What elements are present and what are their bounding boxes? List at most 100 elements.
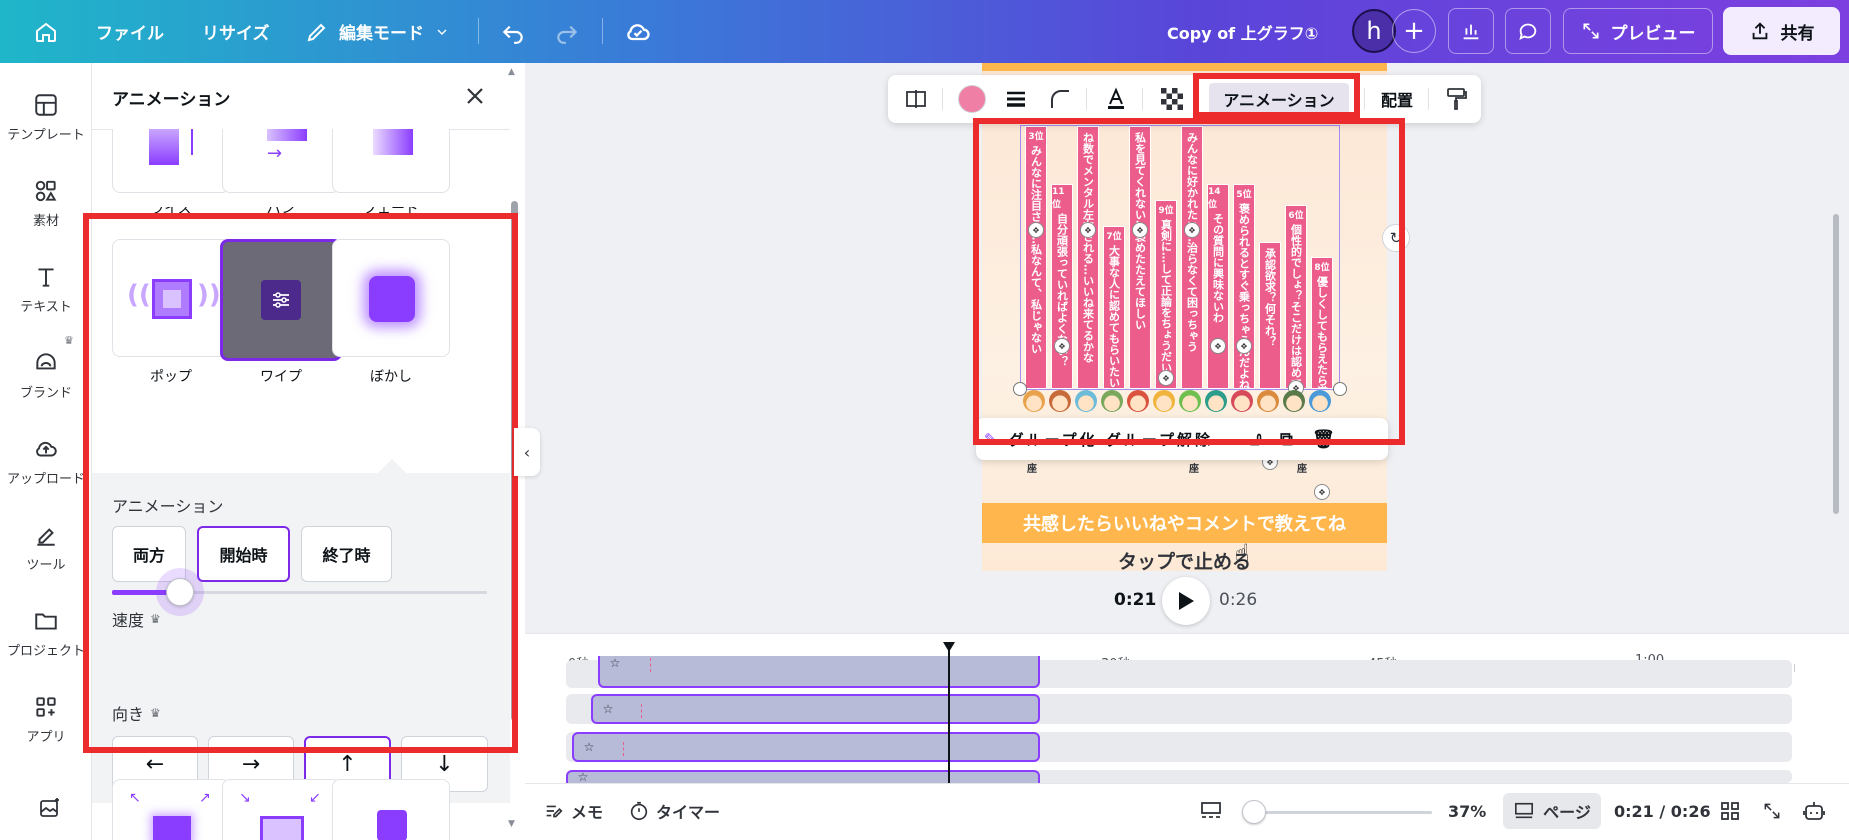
- panel-title: アニメーション: [112, 90, 231, 110]
- rise-graphic: [149, 129, 179, 165]
- divider: [1142, 88, 1143, 110]
- chevron-down-icon: [437, 29, 447, 35]
- folder-icon: [35, 613, 57, 630]
- rail-item-apps[interactable]: アプリ: [0, 694, 92, 745]
- grid-rows-icon: [1201, 802, 1221, 818]
- pages-icon: [1515, 802, 1534, 819]
- transparency-button[interactable]: [1152, 75, 1192, 123]
- rail-item-text[interactable]: テキスト: [0, 264, 92, 315]
- arrow-left-icon: ←: [145, 751, 165, 777]
- animation-star-icon: ☆: [577, 771, 589, 783]
- zoom-slider-track[interactable]: [1242, 811, 1432, 814]
- rail-item-label: テンプレート: [7, 128, 85, 143]
- arrange-button[interactable]: 配置: [1368, 75, 1426, 123]
- rail-item-upload[interactable]: アップロード: [0, 436, 92, 487]
- arrow-diagonal-icon: ↙: [309, 790, 321, 806]
- close-icon: [467, 88, 483, 104]
- grid-view-button[interactable]: [1720, 795, 1740, 827]
- paint-roller-icon: [1447, 88, 1467, 110]
- ruler-tick: [1794, 664, 1795, 672]
- play-button[interactable]: [1162, 577, 1210, 625]
- rail-item-projects[interactable]: プロジェクト: [0, 608, 92, 659]
- rail-item-elements[interactable]: 素材: [0, 178, 92, 229]
- copy-style-button[interactable]: [1436, 75, 1476, 123]
- timeline-clip[interactable]: ☆: [591, 694, 1040, 724]
- banner-text: 共感したらいいねやコメントで教えてね: [982, 503, 1387, 543]
- effect-tile-zoom[interactable]: ↘ ↙: [222, 779, 340, 840]
- avatar[interactable]: h: [1352, 9, 1396, 53]
- rail-item-label: アップロード: [6, 472, 85, 487]
- file-menu[interactable]: ファイル: [96, 0, 164, 63]
- timeline-clip[interactable]: ☆: [566, 770, 1040, 783]
- timeline-clip[interactable]: ☆: [572, 732, 1040, 762]
- divider: [1428, 88, 1429, 110]
- divider: [478, 18, 479, 44]
- effect-tile-fade[interactable]: [332, 129, 450, 193]
- rail-item-draw[interactable]: ツール: [0, 522, 92, 573]
- arrow-up-icon: ↑: [338, 751, 357, 777]
- divider: [602, 18, 603, 44]
- expand-icon: [1583, 23, 1598, 39]
- seat-label: 座: [1027, 464, 1037, 475]
- home-button[interactable]: [34, 0, 58, 63]
- preview-button[interactable]: プレビュー: [1563, 8, 1713, 54]
- flip-button[interactable]: [896, 75, 936, 123]
- share-label: 共有: [1780, 23, 1815, 44]
- effect-tile-rise[interactable]: [112, 129, 230, 193]
- clip-marker: [641, 704, 642, 718]
- flip-icon: [906, 90, 926, 108]
- zoom-level[interactable]: 37%: [1448, 795, 1486, 827]
- comment-icon: [1519, 23, 1537, 41]
- edit-mode-menu[interactable]: 編集モード: [305, 0, 450, 63]
- share-button[interactable]: 共有: [1723, 7, 1840, 55]
- notes-icon: [546, 805, 563, 818]
- corner-radius-button[interactable]: [1040, 75, 1080, 123]
- scroll-down-arrow[interactable]: ▼: [508, 819, 515, 829]
- playhead[interactable]: [948, 646, 950, 788]
- effect-tile-expand[interactable]: ↖ ↗: [112, 779, 230, 840]
- resize-menu[interactable]: リサイズ: [202, 0, 270, 63]
- close-button[interactable]: [460, 81, 490, 111]
- thumbnail-view-button[interactable]: [1199, 795, 1223, 827]
- zoom-slider-knob[interactable]: [1242, 800, 1266, 824]
- timer-label: タイマー: [656, 803, 721, 822]
- rail-item-label: アプリ: [26, 730, 66, 745]
- canvas-scrollbar[interactable]: [1833, 214, 1839, 514]
- rail-item-brand[interactable]: ブランド: [0, 350, 92, 401]
- fade-graphic: [373, 129, 413, 155]
- notes-button[interactable]: メモ: [543, 795, 603, 827]
- text-color-button[interactable]: [1096, 75, 1136, 123]
- undo-button[interactable]: [500, 0, 526, 63]
- timer-button[interactable]: タイマー: [628, 795, 720, 827]
- magic-media-button[interactable]: [38, 796, 62, 824]
- fullscreen-button[interactable]: [1762, 795, 1782, 827]
- document-title[interactable]: Copy of 上グラフ①: [1167, 0, 1318, 63]
- cloud-save-button[interactable]: [624, 0, 652, 63]
- insights-button[interactable]: [1448, 8, 1494, 54]
- text-icon: [38, 268, 54, 287]
- rise-line: [191, 129, 193, 155]
- effect-tile-pan[interactable]: →: [222, 129, 340, 193]
- color-button[interactable]: [952, 75, 992, 123]
- rail-item-label: 素材: [32, 214, 59, 229]
- redo-button[interactable]: [554, 0, 580, 63]
- pages-button[interactable]: ページ: [1503, 793, 1601, 829]
- redo-icon: [557, 25, 578, 44]
- undo-icon: [502, 25, 523, 44]
- assistant-button[interactable]: [1802, 795, 1826, 827]
- image-sparkle-icon: [40, 798, 59, 817]
- brand-icon: [36, 353, 56, 370]
- timeline-clip[interactable]: ☆: [598, 656, 1040, 688]
- corner-curve-icon: [1051, 90, 1069, 108]
- arrow-right-icon: →: [241, 751, 261, 777]
- highlight-box: [1193, 73, 1360, 118]
- border-style-button[interactable]: [996, 75, 1036, 123]
- invite-button[interactable]: +: [1392, 9, 1436, 53]
- animation-star-icon: ☆: [602, 702, 614, 716]
- move-handle-icon[interactable]: ✥: [1314, 484, 1330, 500]
- effect-tile-stomp[interactable]: [332, 779, 450, 840]
- collapse-panel-button[interactable]: ‹: [514, 428, 540, 476]
- scroll-up-arrow[interactable]: ▲: [508, 67, 515, 77]
- rail-item-templates[interactable]: テンプレート: [0, 92, 92, 143]
- comment-button[interactable]: [1505, 8, 1551, 54]
